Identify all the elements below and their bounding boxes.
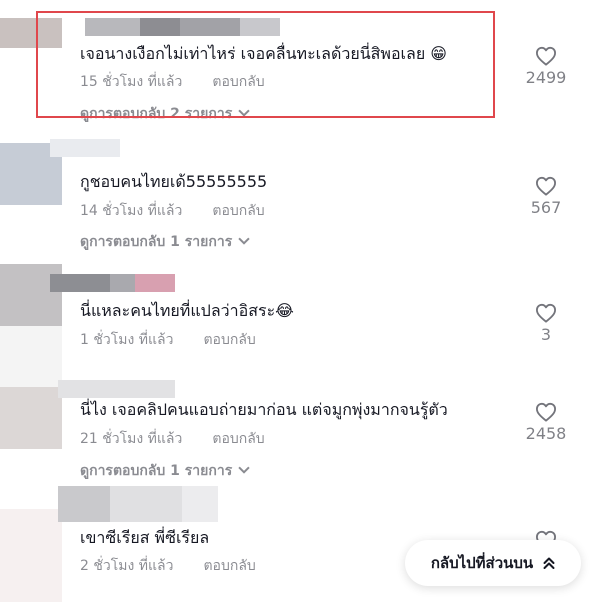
comment-text: นี่ไง เจอคลิปคนแอบถ่ายมาก่อน แต่จมูกพุ่ง… (80, 400, 448, 419)
username-blurred[interactable] (50, 274, 175, 292)
like-count: 3 (540, 325, 552, 344)
avatar[interactable] (0, 509, 62, 602)
comment-meta: 2 ชั่วโมง ที่แล้ว ตอบกลับ (80, 557, 256, 575)
like-button[interactable]: 2499 (516, 46, 576, 88)
comment-time: 1 ชั่วโมง ที่แล้ว (80, 332, 174, 348)
like-count: 2458 (525, 424, 567, 443)
username-blurred[interactable] (50, 139, 120, 157)
comment-meta: 1 ชั่วโมง ที่แล้ว ตอบกลับ (80, 331, 256, 349)
like-button[interactable]: 3 (516, 303, 576, 345)
double-chevron-up-icon (543, 557, 555, 569)
comment-time: 21 ชั่วโมง ที่แล้ว (80, 431, 183, 447)
like-count: 567 (530, 198, 562, 217)
view-replies-label: ดูการตอบกลับ 1 รายการ (80, 234, 233, 250)
comment-item: นี่แหละคนไทยที่แปลว่าอิสระ😂 1 ชั่วโมง ที… (0, 260, 596, 388)
comment-time: 2 ชั่วโมง ที่แล้ว (80, 558, 174, 574)
view-replies-label: ดูการตอบกลับ 1 รายการ (80, 463, 233, 479)
username-blurred[interactable] (50, 380, 175, 398)
back-to-top-label: กลับไปที่ส่วนบน (430, 554, 534, 572)
heart-outline-icon (536, 303, 556, 323)
highlight-box (36, 11, 495, 118)
view-replies-button[interactable]: ดูการตอบกลับ 1 รายการ (80, 233, 250, 251)
comment-text: เขาซีเรียส พี่ซีเรียล (80, 528, 210, 547)
reply-button[interactable]: ตอบกลับ (203, 558, 255, 574)
comment-item: กูชอบคนไทยเด้55555555 14 ชั่วโมง ที่แล้ว… (0, 130, 596, 260)
comment-text: กูชอบคนไทยเด้55555555 (80, 172, 268, 191)
comment-text: นี่แหละคนไทยที่แปลว่าอิสระ😂 (80, 301, 294, 320)
comment-time: 14 ชั่วโมง ที่แล้ว (80, 203, 183, 219)
heart-outline-icon (536, 402, 556, 422)
comment-meta: 14 ชั่วโมง ที่แล้ว ตอบกลับ (80, 202, 265, 220)
comment-item: นี่ไง เจอคลิปคนแอบถ่ายมาก่อน แต่จมูกพุ่ง… (0, 380, 596, 490)
reply-button[interactable]: ตอบกลับ (212, 431, 264, 447)
chevron-down-icon (238, 462, 250, 474)
chevron-down-icon (238, 233, 250, 245)
reply-button[interactable]: ตอบกลับ (212, 203, 264, 219)
username-blurred[interactable] (50, 486, 218, 522)
like-button[interactable]: 2458 (516, 402, 576, 444)
back-to-top-button[interactable]: กลับไปที่ส่วนบน (405, 540, 581, 586)
comment-meta: 21 ชั่วโมง ที่แล้ว ตอบกลับ (80, 430, 265, 448)
heart-outline-icon (536, 46, 556, 66)
like-button[interactable]: 567 (516, 176, 576, 218)
like-count: 2499 (525, 68, 567, 87)
heart-outline-icon (536, 176, 556, 196)
reply-button[interactable]: ตอบกลับ (203, 332, 255, 348)
view-replies-button[interactable]: ดูการตอบกลับ 1 รายการ (80, 462, 250, 480)
